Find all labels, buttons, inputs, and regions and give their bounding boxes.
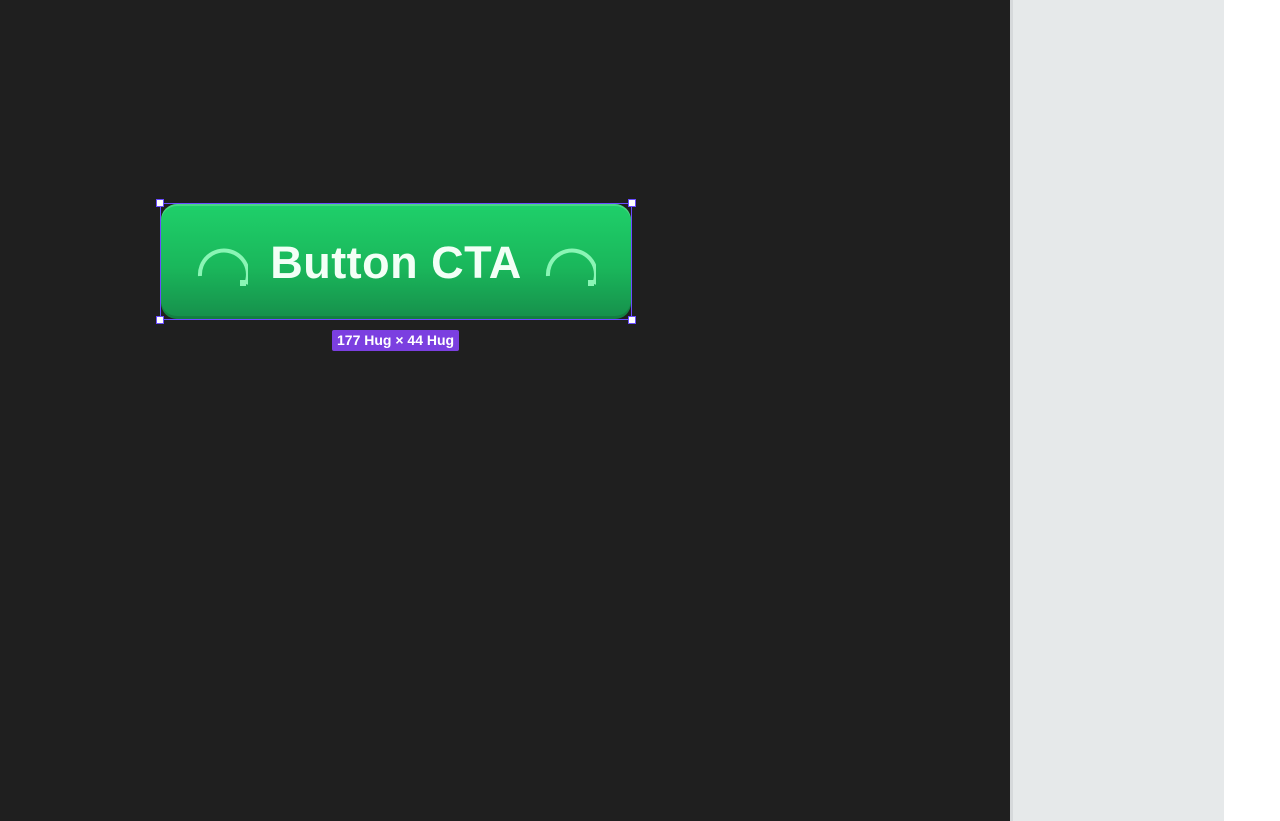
resize-handle-top-right[interactable] <box>628 199 636 207</box>
resize-handle-top-left[interactable] <box>156 199 164 207</box>
design-canvas[interactable] <box>0 0 1010 821</box>
loading-spinner-icon <box>545 248 596 286</box>
properties-panel <box>1013 0 1224 821</box>
size-badge: 177 Hug × 44 Hug <box>332 330 460 351</box>
window-gutter <box>1224 0 1280 821</box>
resize-handle-bottom-left[interactable] <box>156 316 164 324</box>
resize-handle-bottom-right[interactable] <box>628 316 636 324</box>
loading-spinner-icon <box>198 248 249 286</box>
cta-button[interactable]: Button CTA <box>161 204 631 319</box>
cta-button-label: Button CTA <box>270 237 522 288</box>
